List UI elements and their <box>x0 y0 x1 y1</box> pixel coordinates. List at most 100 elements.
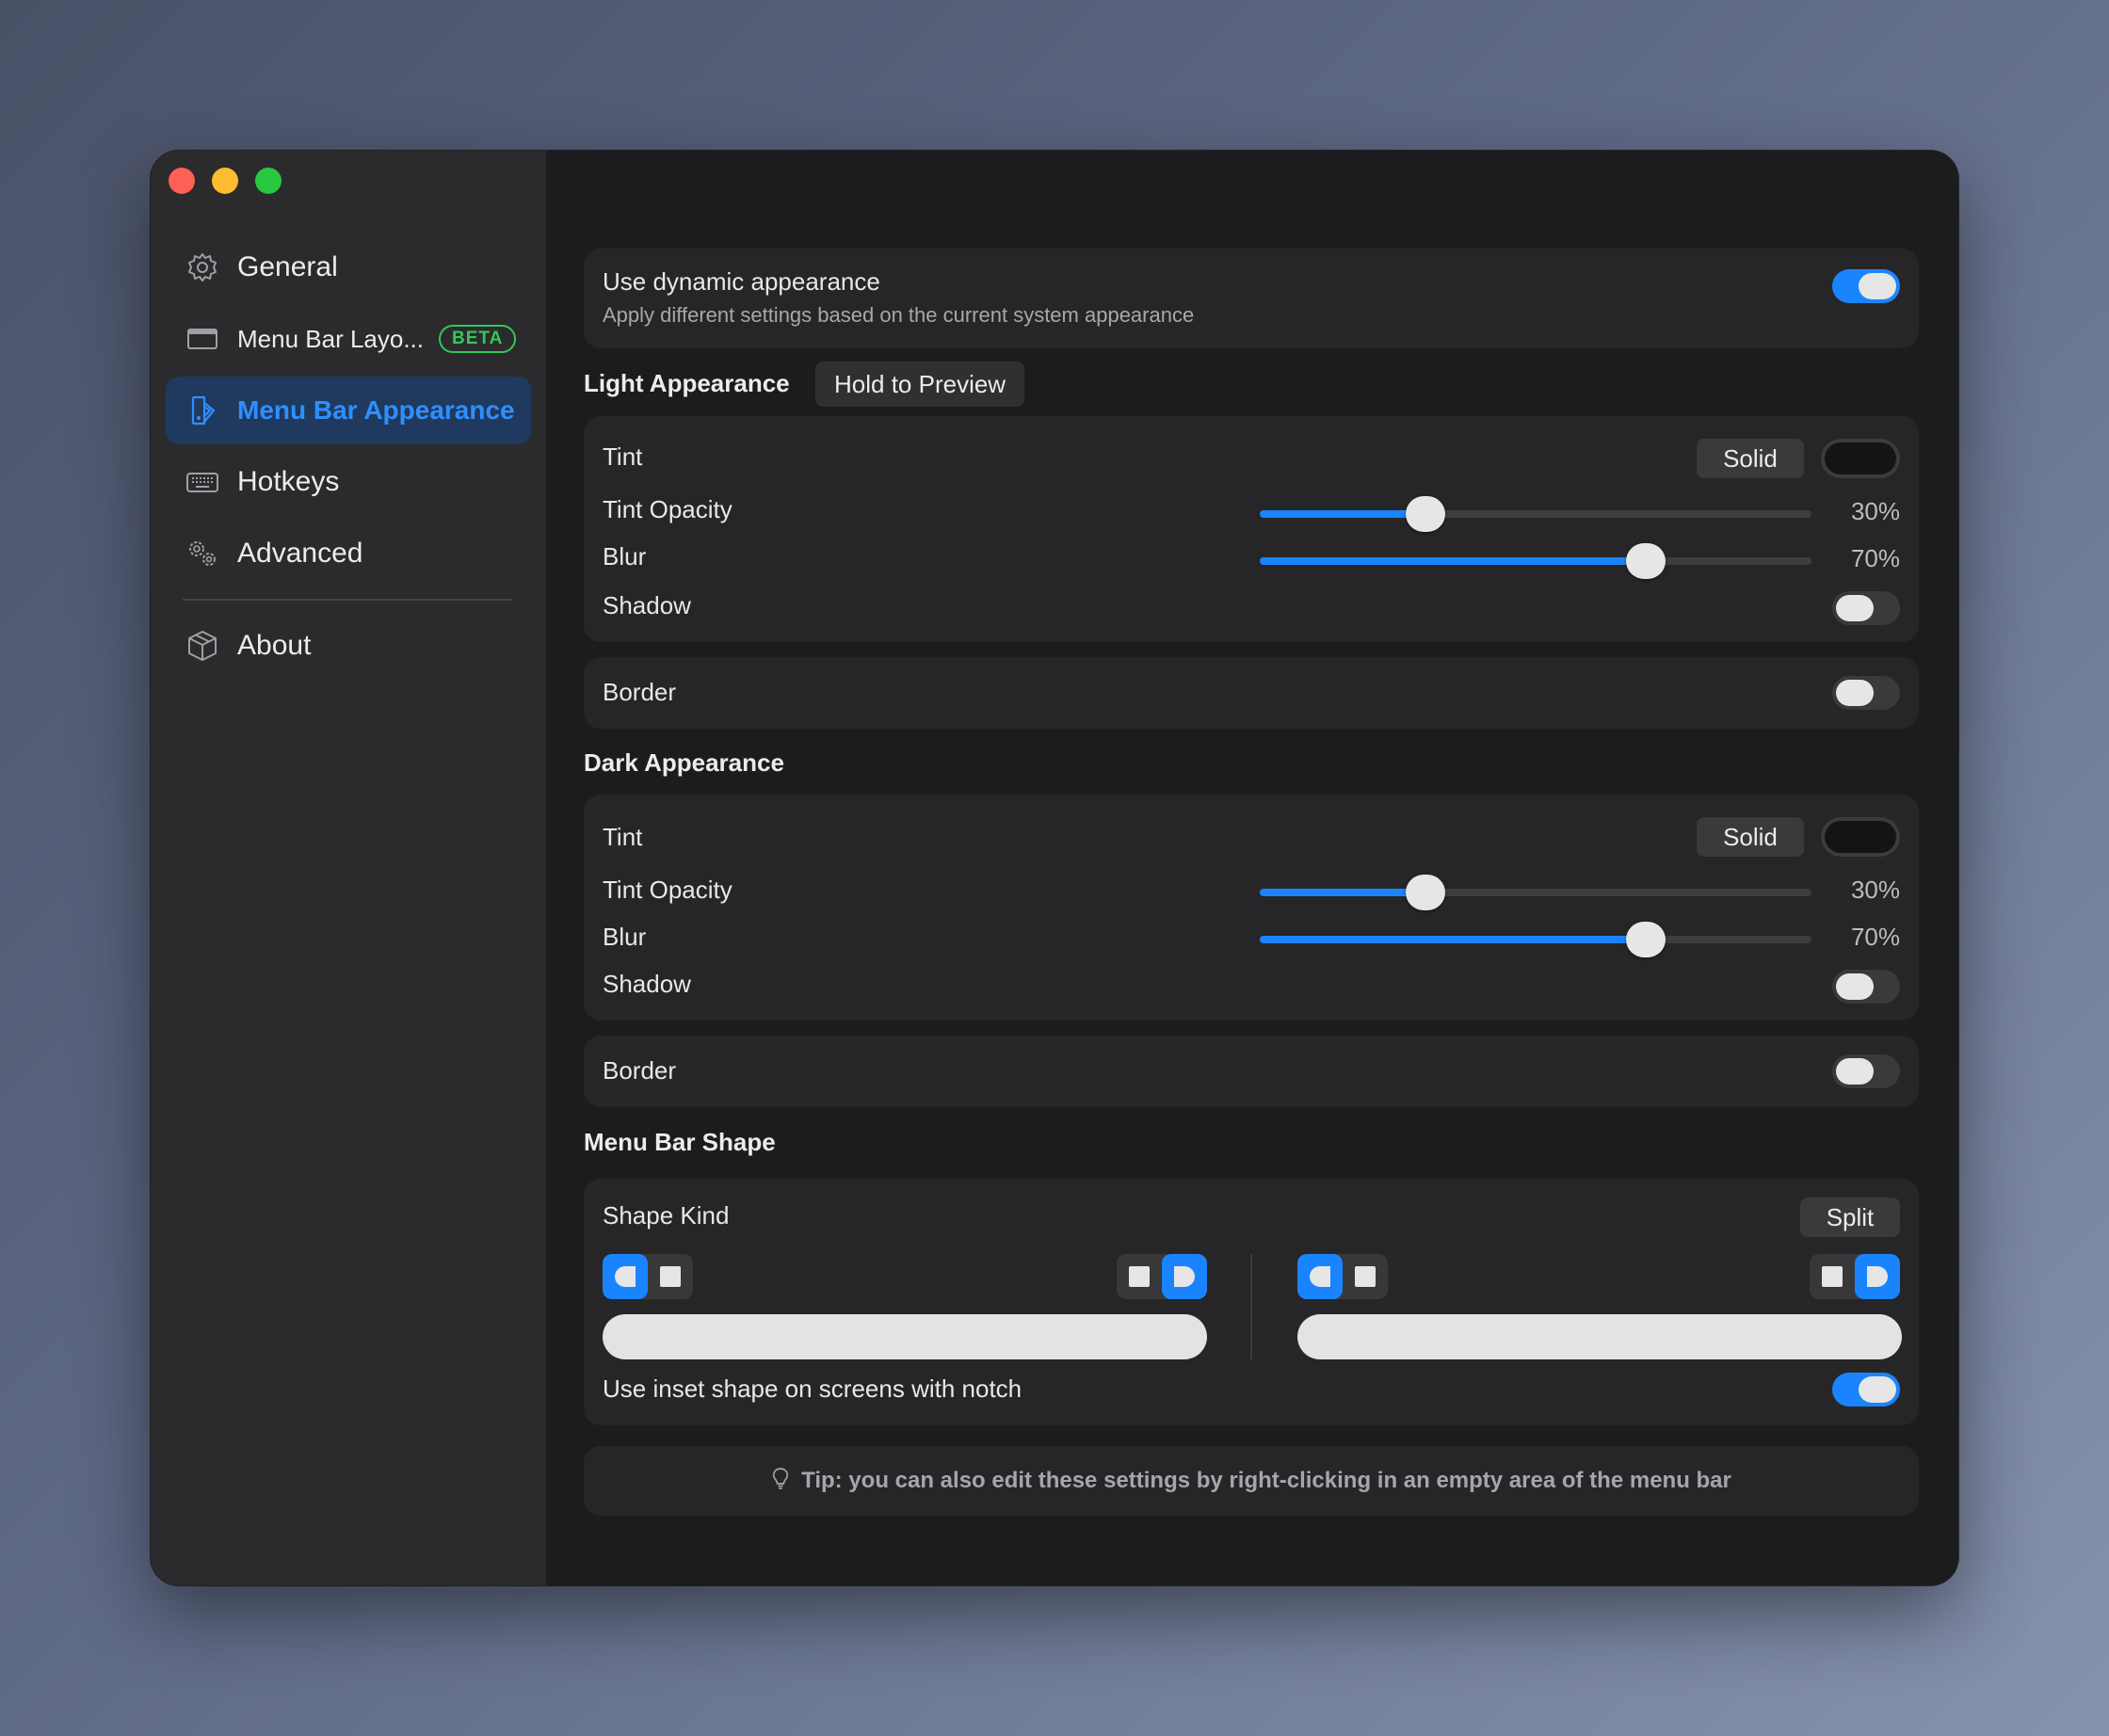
menu-bar-layout-icon <box>185 321 220 357</box>
menu-bar-shape-card: Shape Kind Split Use inset shape on scre… <box>584 1179 1919 1425</box>
gear-icon <box>185 249 220 285</box>
sidebar-item-menu-bar-layout[interactable]: Menu Bar Layo... BETA <box>166 305 531 373</box>
dark-tint-opacity-slider[interactable] <box>1260 875 1811 910</box>
dynamic-appearance-card: Use dynamic appearance Apply different s… <box>584 249 1919 348</box>
lightbulb-icon <box>771 1467 790 1496</box>
square-end-option[interactable] <box>648 1254 693 1299</box>
light-tint-opacity-label: Tint Opacity <box>603 495 733 523</box>
right-leading-end-control[interactable] <box>1297 1254 1388 1299</box>
main-panel: Use dynamic appearance Apply different s… <box>546 151 1958 1585</box>
gears-icon <box>185 536 220 571</box>
light-tint-card: Tint Solid Tint Opacity 30% Blur 70% Sha… <box>584 416 1919 642</box>
rounded-left-icon <box>615 1266 636 1287</box>
package-icon <box>185 628 220 664</box>
zoom-window-button[interactable] <box>255 168 282 194</box>
light-tint-label: Tint <box>603 442 643 471</box>
light-border-toggle[interactable] <box>1832 676 1900 710</box>
paintbrush-icon <box>185 393 220 428</box>
shape-kind-label: Shape Kind <box>603 1201 730 1230</box>
light-shadow-toggle[interactable] <box>1832 591 1900 625</box>
dark-shadow-toggle[interactable] <box>1832 970 1900 1004</box>
rounded-right-icon <box>1867 1266 1888 1287</box>
left-shape-preview <box>603 1314 1207 1359</box>
dark-border-label: Border <box>603 1056 677 1085</box>
dark-border-card: Border <box>584 1036 1919 1107</box>
light-appearance-title: Light Appearance <box>584 369 790 397</box>
dark-blur-label: Blur <box>603 923 647 951</box>
window-controls <box>169 168 282 194</box>
sidebar-item-label: Menu Bar Layo... <box>237 324 424 353</box>
light-tint-mode-button[interactable]: Solid <box>1697 439 1804 478</box>
sidebar: General Menu Bar Layo... BETA Menu Bar A… <box>151 151 546 1585</box>
right-trailing-end-control[interactable] <box>1810 1254 1900 1299</box>
right-shape-preview <box>1297 1314 1902 1359</box>
dark-tint-mode-button[interactable]: Solid <box>1697 817 1804 857</box>
light-tint-color-well[interactable] <box>1821 439 1900 478</box>
sidebar-item-label: Hotkeys <box>237 466 340 497</box>
sidebar-item-about[interactable]: About <box>166 612 531 680</box>
light-blur-value: 70% <box>1850 544 1900 572</box>
light-blur-label: Blur <box>603 542 647 571</box>
dark-tint-color-well[interactable] <box>1821 817 1900 857</box>
slider-thumb[interactable] <box>1405 496 1445 532</box>
rounded-end-option[interactable] <box>1297 1254 1343 1299</box>
notch-inset-toggle[interactable] <box>1832 1373 1900 1406</box>
rounded-right-icon <box>1174 1266 1195 1287</box>
light-blur-slider[interactable] <box>1260 543 1811 579</box>
light-shadow-label: Shadow <box>603 591 691 619</box>
dynamic-appearance-description: Apply different settings based on the cu… <box>603 303 1195 327</box>
rounded-end-option[interactable] <box>1855 1254 1900 1299</box>
tip-text: Tip: you can also edit these settings by… <box>801 1468 1731 1493</box>
minimize-window-button[interactable] <box>212 168 238 194</box>
dark-appearance-title: Dark Appearance <box>584 748 784 777</box>
sidebar-item-general[interactable]: General <box>166 233 531 301</box>
sidebar-item-menu-bar-appearance[interactable]: Menu Bar Appearance <box>166 377 531 444</box>
left-trailing-end-control[interactable] <box>1117 1254 1207 1299</box>
slider-thumb[interactable] <box>1405 875 1445 910</box>
rounded-left-icon <box>1310 1266 1330 1287</box>
rounded-end-option[interactable] <box>603 1254 648 1299</box>
hold-to-preview-button[interactable]: Hold to Preview <box>815 362 1025 407</box>
light-tint-opacity-slider[interactable] <box>1260 496 1811 532</box>
shape-kind-button[interactable]: Split <box>1800 1198 1900 1237</box>
light-border-label: Border <box>603 678 677 706</box>
sidebar-item-hotkeys[interactable]: Hotkeys <box>166 448 531 516</box>
sidebar-item-label: Menu Bar Appearance <box>237 395 515 425</box>
tip-card: Tip: you can also edit these settings by… <box>584 1446 1919 1516</box>
keyboard-icon <box>185 464 220 500</box>
dark-border-toggle[interactable] <box>1832 1054 1900 1088</box>
sidebar-item-label: General <box>237 251 338 282</box>
shape-divider <box>1250 1254 1252 1359</box>
square-end-option[interactable] <box>1810 1254 1855 1299</box>
dynamic-appearance-toggle[interactable] <box>1832 269 1900 303</box>
square-icon <box>1355 1266 1376 1287</box>
square-icon <box>1822 1266 1843 1287</box>
dark-tint-card: Tint Solid Tint Opacity 30% Blur 70% Sha… <box>584 795 1919 1021</box>
slider-thumb[interactable] <box>1626 922 1666 957</box>
sidebar-item-label: Advanced <box>237 538 363 569</box>
dynamic-appearance-label: Use dynamic appearance <box>603 267 880 296</box>
dark-shadow-label: Shadow <box>603 970 691 998</box>
left-leading-end-control[interactable] <box>603 1254 693 1299</box>
dark-tint-label: Tint <box>603 823 643 851</box>
sidebar-divider <box>183 599 512 601</box>
square-icon <box>660 1266 681 1287</box>
notch-inset-label: Use inset shape on screens with notch <box>603 1374 1022 1403</box>
close-window-button[interactable] <box>169 168 195 194</box>
sidebar-item-label: About <box>237 630 312 661</box>
light-border-card: Border <box>584 657 1919 729</box>
square-end-option[interactable] <box>1343 1254 1388 1299</box>
slider-thumb[interactable] <box>1626 543 1666 579</box>
dark-blur-slider[interactable] <box>1260 922 1811 957</box>
dark-tint-opacity-value: 30% <box>1850 876 1900 904</box>
beta-badge: BETA <box>439 325 517 353</box>
sidebar-item-advanced[interactable]: Advanced <box>166 520 531 587</box>
rounded-end-option[interactable] <box>1162 1254 1207 1299</box>
square-icon <box>1129 1266 1150 1287</box>
dark-blur-value: 70% <box>1850 923 1900 951</box>
light-tint-opacity-value: 30% <box>1850 497 1900 525</box>
settings-window: General Menu Bar Layo... BETA Menu Bar A… <box>151 151 1958 1585</box>
menu-bar-shape-title: Menu Bar Shape <box>584 1128 776 1156</box>
square-end-option[interactable] <box>1117 1254 1162 1299</box>
dark-tint-opacity-label: Tint Opacity <box>603 876 733 904</box>
